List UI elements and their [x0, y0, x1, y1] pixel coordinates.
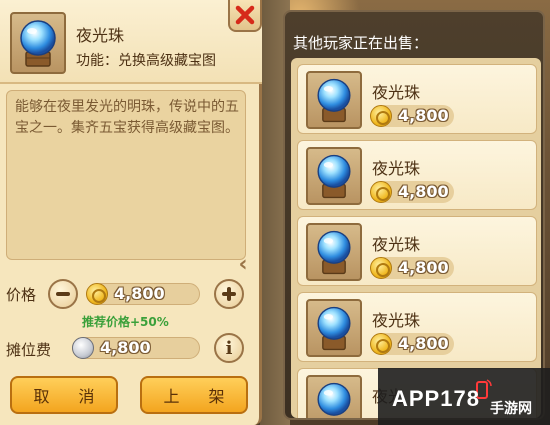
list-item[interactable]: 夜光珠 4,800: [297, 64, 537, 134]
market-panel: 其他玩家正在出售： 夜光珠 4,800 夜光珠 4,800 夜光珠 4,800 …: [283, 10, 545, 420]
collapse-arrow-icon[interactable]: ‹: [233, 246, 253, 282]
listing-name: 夜光珠: [372, 159, 421, 178]
item-icon-frame: [306, 71, 362, 129]
item-header: 夜光珠 功能：兑换高级藏宝图: [0, 0, 262, 84]
watermark-logo: APP178: [392, 386, 480, 411]
night-pearl-icon: [317, 382, 351, 416]
item-description: 能够在夜里发光的明珠，传说中的五宝之一。集齐五宝获得高级藏宝图。: [15, 99, 239, 136]
night-pearl-icon: [20, 20, 56, 67]
item-function: 功能：兑换高级藏宝图: [76, 53, 216, 69]
list-item[interactable]: 夜光珠 4,800: [297, 216, 537, 286]
item-icon-frame: [306, 147, 362, 205]
market-title: 其他玩家正在出售：: [293, 34, 429, 52]
listing-name: 夜光珠: [372, 83, 421, 102]
list-item-button[interactable]: 上 架: [140, 376, 248, 414]
recommended-price-note: 推荐价格+50%: [82, 315, 169, 329]
night-pearl-icon: [317, 154, 351, 199]
info-icon: i: [225, 337, 233, 359]
gold-coin-icon: [370, 181, 392, 203]
listing-price: 4,800: [398, 334, 449, 353]
gold-coin-icon: [370, 105, 392, 127]
item-icon-frame: [306, 223, 362, 281]
info-button[interactable]: i: [214, 333, 244, 363]
listing-price: 4,800: [398, 106, 449, 125]
gold-coin-icon: [370, 333, 392, 355]
night-pearl-icon: [317, 78, 351, 123]
price-label: 价格: [6, 286, 37, 304]
night-pearl-icon: [317, 306, 351, 351]
listing-price: 4,800: [398, 258, 449, 277]
item-name: 夜光珠: [76, 26, 125, 45]
item-detail-panel: 夜光珠 功能：兑换高级藏宝图 能够在夜里发光的明珠，传说中的五宝之一。集齐五宝获…: [0, 0, 262, 425]
minus-icon: [56, 292, 70, 296]
silver-coin-icon: [72, 337, 94, 359]
increase-price-button[interactable]: [214, 279, 244, 309]
gold-coin-icon: [370, 257, 392, 279]
listing-name: 夜光珠: [372, 235, 421, 254]
list-item[interactable]: 夜光珠 4,800: [297, 140, 537, 210]
list-item[interactable]: 夜光珠 4,800: [297, 292, 537, 362]
price-value: 4,800: [114, 284, 165, 303]
description-box: 能够在夜里发光的明珠，传说中的五宝之一。集齐五宝获得高级藏宝图。 ‹: [6, 90, 248, 277]
plus-icon: [222, 287, 236, 301]
close-icon: [235, 5, 255, 25]
cancel-button[interactable]: 取 消: [10, 376, 118, 414]
listing-price: 4,800: [398, 182, 449, 201]
watermark-subtext: 手游网: [490, 401, 532, 417]
item-icon-frame: [306, 375, 362, 418]
market-listing-area[interactable]: 夜光珠 4,800 夜光珠 4,800 夜光珠 4,800 夜光珠 4,800: [291, 58, 541, 418]
decrease-price-button[interactable]: [48, 279, 78, 309]
night-pearl-icon: [317, 230, 351, 275]
item-icon-frame: [10, 12, 66, 74]
stall-fee-label: 摊位费: [6, 341, 52, 359]
item-icon-frame: [306, 299, 362, 357]
gold-coin-icon: [86, 283, 108, 305]
stall-fee-value: 4,800: [100, 338, 151, 357]
close-button[interactable]: [228, 0, 262, 32]
listing-name: 夜光珠: [372, 311, 421, 330]
